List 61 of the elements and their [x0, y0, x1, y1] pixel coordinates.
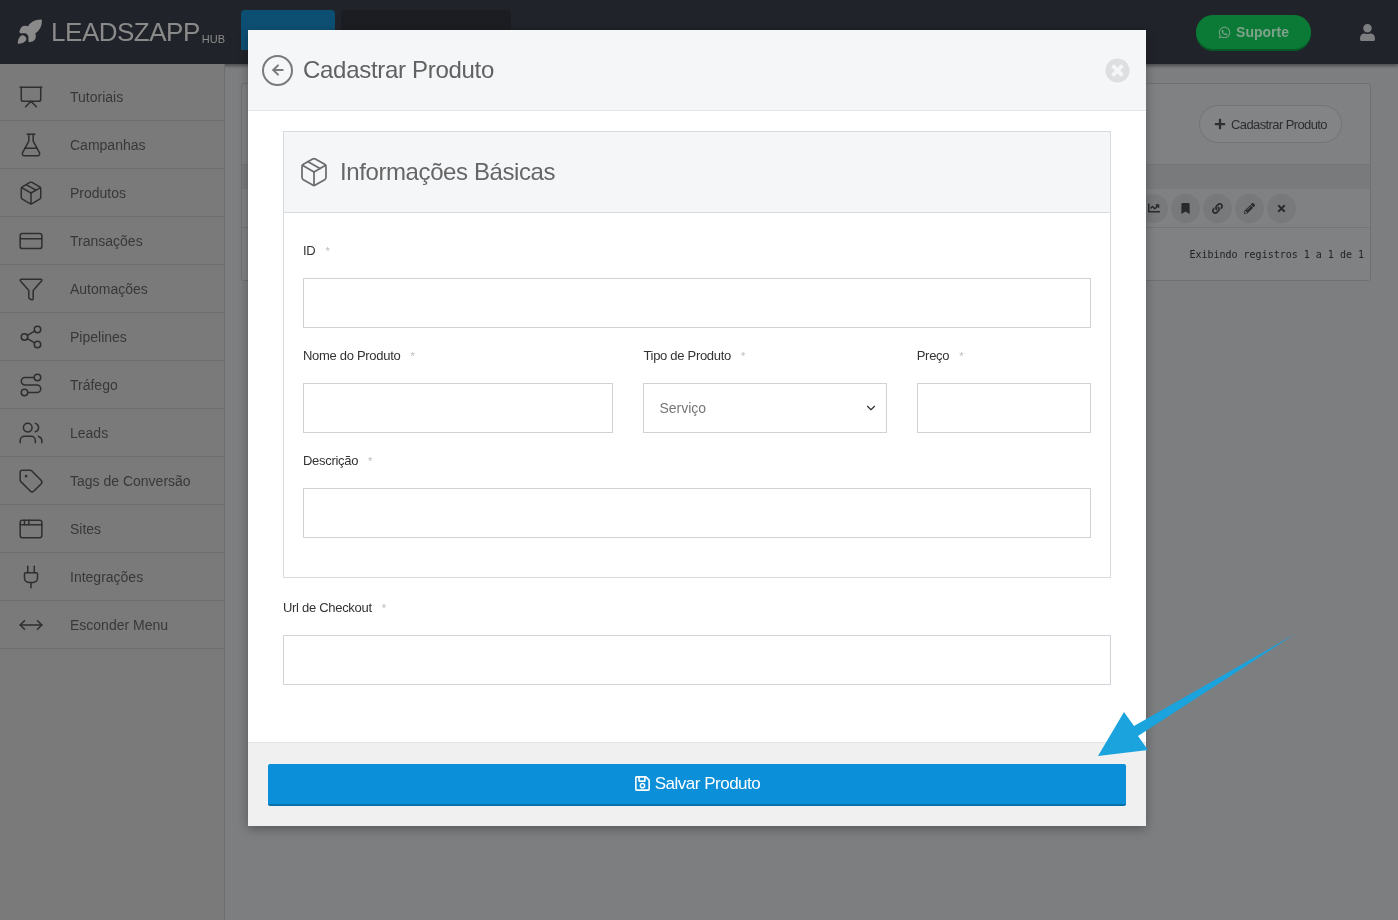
field-label: Descrição — [303, 453, 359, 468]
sidebar-item[interactable]: Tráfego — [0, 361, 224, 409]
records-info: Exibindo registros 1 a 1 de 1 — [1189, 248, 1364, 260]
save-icon — [633, 775, 651, 792]
sidebar-item[interactable]: Tutoriais — [0, 73, 224, 121]
pencil-icon — [1244, 202, 1255, 214]
required-mark: * — [959, 349, 964, 362]
route-icon — [18, 371, 44, 398]
edit-button[interactable] — [1235, 193, 1264, 223]
logo-text: LEADSZAPP — [51, 16, 200, 48]
sidebar-item[interactable]: Automações — [0, 265, 224, 313]
field-label: Url de Checkout — [283, 600, 372, 615]
box-icon — [18, 179, 44, 206]
support-button[interactable]: Suporte — [1196, 15, 1311, 49]
required-mark: * — [410, 349, 415, 362]
share-icon — [18, 323, 44, 350]
input-field[interactable] — [283, 635, 1111, 685]
section-title: Informações Básicas — [340, 158, 556, 186]
type-select[interactable]: Serviço — [643, 383, 887, 433]
delete-button[interactable] — [1267, 193, 1296, 223]
plus-icon — [1213, 118, 1226, 130]
sidebar-item[interactable]: Esconder Menu — [0, 601, 224, 649]
funnel-icon — [18, 275, 44, 302]
easel-icon — [18, 83, 44, 110]
input-field[interactable] — [916, 383, 1091, 433]
whatsapp-icon — [1218, 25, 1232, 39]
field-label: Tipo de Produto — [643, 348, 731, 363]
sidebar-item[interactable]: Produtos — [0, 169, 224, 217]
sidebar-item[interactable]: Integrações — [0, 553, 224, 601]
sidebar-item[interactable]: Leads — [0, 409, 224, 457]
box-icon — [298, 156, 330, 188]
rocket-icon — [16, 18, 44, 46]
bookmark-button[interactable] — [1171, 193, 1200, 223]
logo-suffix: HUB — [201, 33, 225, 45]
add-product-button[interactable]: Cadastrar Produto — [1198, 105, 1342, 143]
field-label: Nome do Produto — [303, 348, 401, 363]
field-label: ID — [303, 243, 316, 258]
required-mark: * — [325, 244, 330, 257]
input-field[interactable] — [303, 383, 614, 433]
sidebar-item[interactable]: Campanhas — [0, 121, 224, 169]
input-field[interactable] — [303, 488, 1091, 538]
sidebar-item[interactable]: Pipelines — [0, 313, 224, 361]
bookmark-icon — [1180, 202, 1191, 214]
field-label: Preço — [916, 348, 950, 363]
save-button[interactable]: Salvar Produto — [268, 763, 1126, 806]
close-icon — [1276, 202, 1287, 214]
tag-icon — [18, 467, 44, 494]
required-mark: * — [368, 454, 373, 467]
arrow-left-icon — [269, 62, 286, 78]
sidebar-item[interactable]: Sites — [0, 505, 224, 553]
link-icon — [1212, 202, 1223, 214]
back-button[interactable] — [262, 54, 293, 86]
link-button[interactable] — [1203, 193, 1232, 223]
modal-title: Cadastrar Produto — [303, 56, 494, 84]
chart-icon — [1147, 202, 1160, 214]
sidebar-item[interactable]: Tags de Conversão — [0, 457, 224, 505]
input-field[interactable] — [303, 278, 1091, 328]
sidebar-item[interactable]: Transações — [0, 217, 224, 265]
required-mark: * — [381, 601, 386, 614]
user-icon[interactable] — [1359, 23, 1376, 41]
required-mark: * — [740, 349, 746, 362]
